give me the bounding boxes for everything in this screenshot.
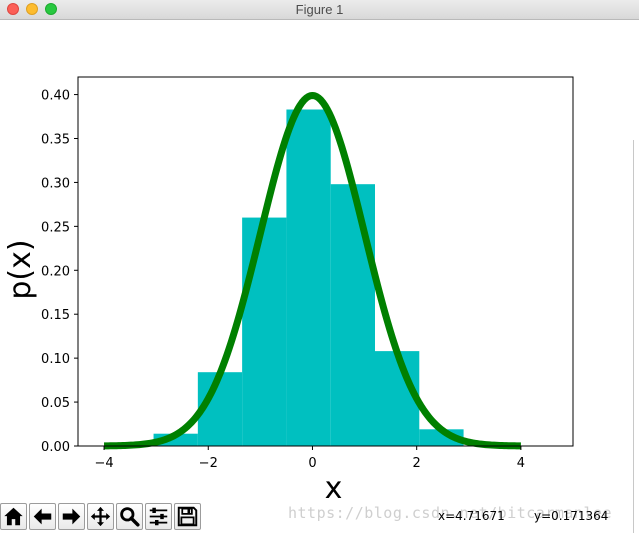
forward-button[interactable] <box>58 503 85 530</box>
navigation-toolbar <box>0 503 203 531</box>
pan-button[interactable] <box>87 503 114 530</box>
zoom-button[interactable] <box>116 503 143 530</box>
y-tick-label: 0.05 <box>41 396 70 411</box>
back-button[interactable] <box>29 503 56 530</box>
floppy-disk-icon <box>177 506 198 527</box>
y-tick-label: 0.30 <box>41 176 70 191</box>
y-tick-label: 0.20 <box>41 264 70 279</box>
histogram-bar-6 <box>375 351 420 446</box>
arrow-right-icon <box>62 508 81 525</box>
y-axis-label: p(x) <box>3 239 38 299</box>
histogram-bar-4 <box>286 109 331 446</box>
home-button[interactable] <box>0 503 27 530</box>
cursor-x-readout: x=4.71671 <box>438 509 505 523</box>
save-button[interactable] <box>174 503 201 530</box>
x-tick-label: −2 <box>199 456 218 471</box>
x-tick-label: 0 <box>308 456 316 471</box>
y-tick-label: 0.00 <box>41 440 70 455</box>
sliders-icon <box>149 507 168 526</box>
y-tick-label: 0.40 <box>41 89 70 104</box>
histogram-bar-5 <box>330 184 375 446</box>
home-icon <box>4 507 23 526</box>
y-tick-label: 0.25 <box>41 220 70 235</box>
x-tick-label: 4 <box>517 456 525 471</box>
x-tick-label: −4 <box>94 456 113 471</box>
x-axis-label: x <box>325 471 343 503</box>
window-title-bar: Figure 1 <box>0 0 639 20</box>
y-axis-ticks: 0.00 0.05 0.10 0.15 0.20 0.25 0.30 0.35 0.40 <box>41 89 78 455</box>
arrow-left-icon <box>33 508 52 525</box>
x-axis-ticks: −4 −2 0 2 4 <box>94 446 525 471</box>
window-title: Figure 1 <box>295 2 344 17</box>
y-tick-label: 0.10 <box>41 352 70 367</box>
window-edge-divider <box>633 140 634 533</box>
y-tick-label: 0.35 <box>41 133 70 148</box>
move-icon <box>90 506 111 527</box>
histogram-bar-3 <box>242 217 287 446</box>
y-tick-label: 0.15 <box>41 308 70 323</box>
x-tick-label: 2 <box>413 456 421 471</box>
cursor-y-readout: y=0.171364 <box>534 509 609 523</box>
figure-canvas[interactable]: 0.000.050.100.150.200.250.300.350.40 −4−… <box>0 20 639 503</box>
subplots-button[interactable] <box>145 503 172 530</box>
magnifier-icon <box>120 507 140 527</box>
